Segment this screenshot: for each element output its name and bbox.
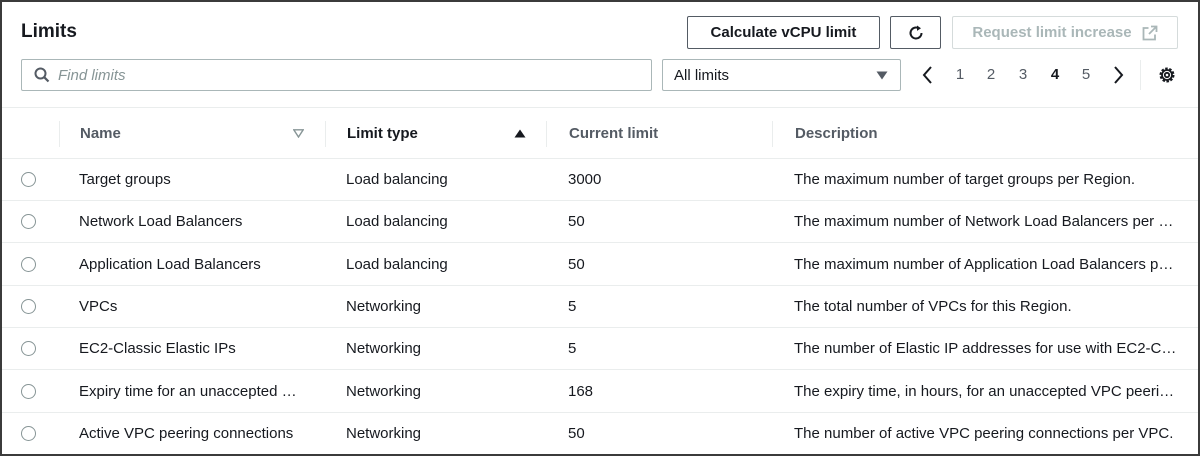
current-limit: 5 xyxy=(568,340,577,357)
column-divider xyxy=(772,121,773,147)
limits-filter-value: All limits xyxy=(674,66,729,84)
table-row[interactable]: EC2-Classic Elastic IPs Networking 5 The… xyxy=(2,328,1198,370)
limit-type: Networking xyxy=(346,298,422,315)
next-page-icon[interactable] xyxy=(1110,64,1126,86)
row-radio-button[interactable] xyxy=(21,172,36,187)
page-4-button[interactable]: 4 xyxy=(1048,66,1062,83)
column-divider xyxy=(59,121,60,147)
limit-description: The maximum number of Application Load B… xyxy=(794,256,1174,273)
limit-description: The number of Elastic IP addresses for u… xyxy=(794,340,1178,357)
current-limit: 50 xyxy=(568,213,585,230)
pagination-divider xyxy=(1140,60,1141,90)
row-radio-button[interactable] xyxy=(21,214,36,229)
calculate-vcpu-limit-button[interactable]: Calculate vCPU limit xyxy=(687,16,880,49)
limit-name: Active VPC peering connections xyxy=(79,425,294,442)
limit-description: The total number of VPCs for this Region… xyxy=(794,298,1072,315)
page-5-button[interactable]: 5 xyxy=(1079,66,1093,83)
limit-type: Load balancing xyxy=(346,171,448,188)
caret-down-icon xyxy=(876,71,888,80)
limit-description: The expiry time, in hours, for an unacce… xyxy=(794,383,1175,400)
limit-type: Networking xyxy=(346,340,422,357)
table-row[interactable]: Target groups Load balancing 3000 The ma… xyxy=(2,159,1198,201)
limit-name: Application Load Balancers xyxy=(79,256,261,273)
table-row[interactable]: Expiry time for an unaccepted … Networki… xyxy=(2,371,1198,413)
limit-type: Load balancing xyxy=(346,213,448,230)
limit-name: Expiry time for an unaccepted … xyxy=(79,383,297,400)
column-header-current-limit[interactable]: Current limit xyxy=(569,125,658,142)
search-field[interactable] xyxy=(21,59,652,91)
limit-type: Load balancing xyxy=(346,256,448,273)
refresh-icon xyxy=(909,25,922,39)
table-row[interactable]: Active VPC peering connections Networkin… xyxy=(2,413,1198,454)
table-row[interactable]: Network Load Balancers Load balancing 50… xyxy=(2,201,1198,243)
row-radio-button[interactable] xyxy=(21,341,36,356)
page-1-button[interactable]: 1 xyxy=(953,66,967,83)
column-divider xyxy=(325,121,326,147)
current-limit: 168 xyxy=(568,383,594,400)
request-limit-increase-label: Request limit increase xyxy=(972,24,1132,41)
page-3-button[interactable]: 3 xyxy=(1016,66,1030,83)
column-header-limit-type[interactable]: Limit type xyxy=(347,125,418,142)
gear-icon[interactable] xyxy=(1157,65,1177,85)
page-2-button[interactable]: 2 xyxy=(984,66,998,83)
limit-description: The maximum number of target groups per … xyxy=(794,171,1135,188)
refresh-button[interactable] xyxy=(890,16,941,49)
current-limit: 50 xyxy=(568,425,585,442)
column-header-description[interactable]: Description xyxy=(795,125,878,142)
limit-name: Target groups xyxy=(79,171,171,188)
row-radio-button[interactable] xyxy=(21,384,36,399)
limit-description: The number of active VPC peering connect… xyxy=(794,425,1174,442)
column-header-name[interactable]: Name xyxy=(80,125,121,142)
sort-descending-outline-icon[interactable] xyxy=(293,129,304,138)
row-radio-button[interactable] xyxy=(21,299,36,314)
external-link-icon xyxy=(1142,25,1158,40)
current-limit: 50 xyxy=(568,256,585,273)
limit-type: Networking xyxy=(346,383,422,400)
page-title: Limits xyxy=(21,21,77,42)
limit-name: EC2-Classic Elastic IPs xyxy=(79,340,236,357)
limit-name: VPCs xyxy=(79,298,118,315)
limit-name: Network Load Balancers xyxy=(79,213,243,230)
table-row[interactable]: Application Load Balancers Load balancin… xyxy=(2,244,1198,286)
limits-panel: Limits Calculate vCPU limit Request limi… xyxy=(0,0,1200,456)
current-limit: 3000 xyxy=(568,171,602,188)
limit-type: Networking xyxy=(346,425,422,442)
search-input[interactable] xyxy=(58,66,618,84)
current-limit: 5 xyxy=(568,298,577,315)
row-radio-button[interactable] xyxy=(21,257,36,272)
row-radio-button[interactable] xyxy=(21,426,36,441)
request-limit-increase-button[interactable]: Request limit increase xyxy=(952,16,1178,49)
table-header: Name Limit type Current limit Descriptio… xyxy=(2,107,1198,159)
limit-description: The maximum number of Network Load Balan… xyxy=(794,213,1174,230)
previous-page-icon[interactable] xyxy=(920,64,936,86)
limits-filter-select[interactable]: All limits xyxy=(662,59,901,91)
search-icon xyxy=(34,67,50,83)
sort-ascending-icon[interactable] xyxy=(514,129,526,138)
column-divider xyxy=(546,121,547,147)
table-row[interactable]: VPCs Networking 5 The total number of VP… xyxy=(2,286,1198,328)
